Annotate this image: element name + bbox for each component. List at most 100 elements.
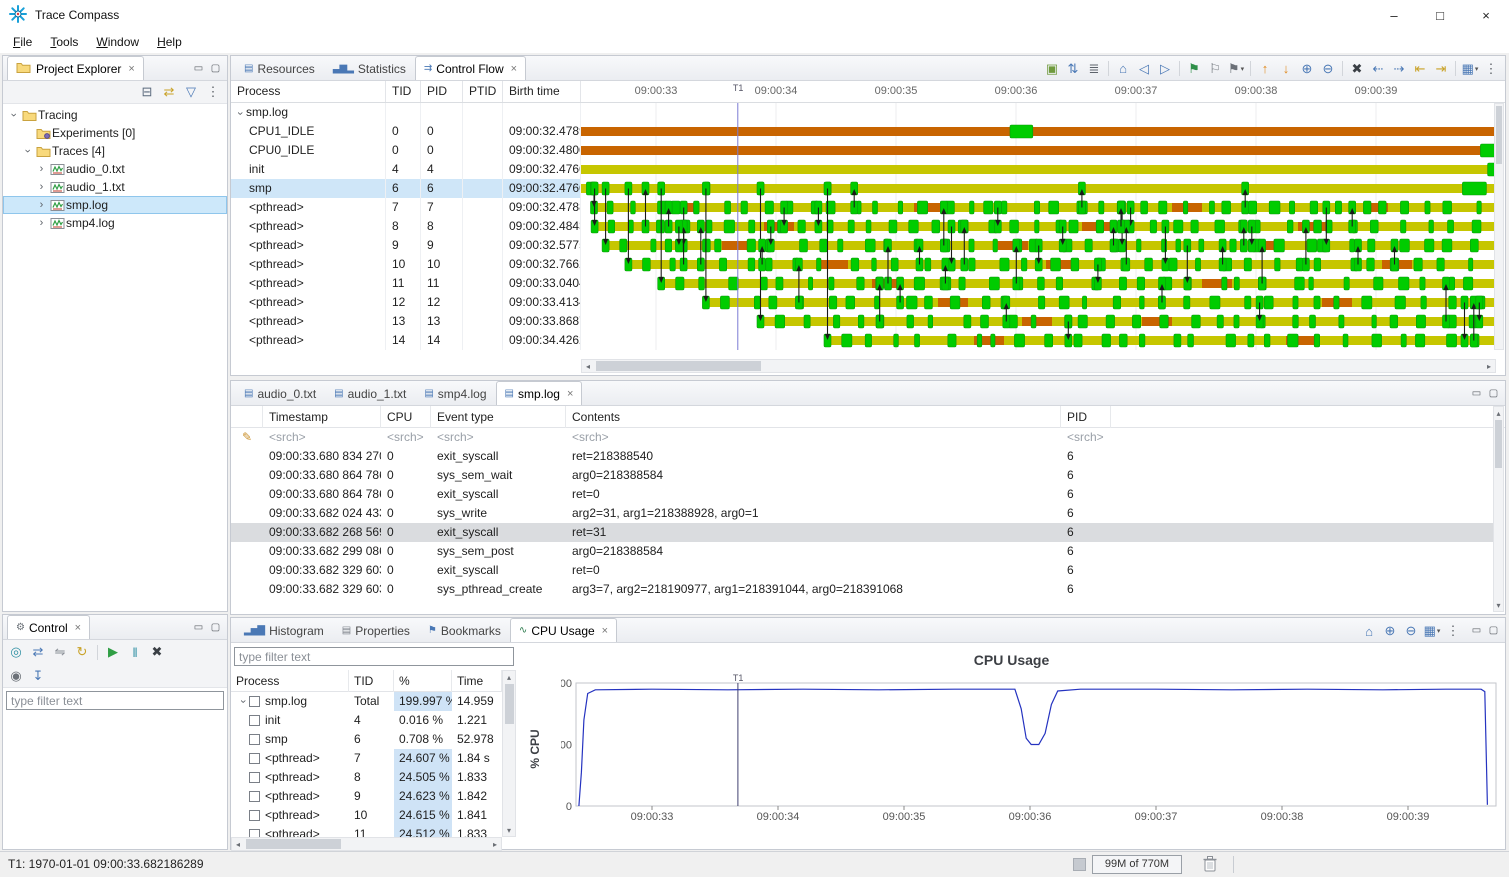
view-menu-icon[interactable]: ⋮ <box>1443 621 1463 642</box>
process-row-pthread-7[interactable]: <pthread>7709:00:32.4788 <box>231 198 581 217</box>
bottom-tab-histogram[interactable]: ▂▅▇Histogram <box>235 618 333 642</box>
column-header-tid[interactable]: TID <box>386 81 421 102</box>
disconnect-icon[interactable]: ⇋ <box>50 642 70 663</box>
scroll-right-icon[interactable]: ▸ <box>489 838 501 850</box>
tree-item-smp4-log[interactable]: ›smp4.log <box>3 214 227 232</box>
zoom-in-icon[interactable]: ⊕ <box>1297 58 1317 79</box>
zoom-in-icon[interactable]: ⊕ <box>1380 621 1400 642</box>
process-row-pthread-12[interactable]: <pthread>121209:00:33.4134 <box>231 293 581 312</box>
process-row-smp-6[interactable]: smp6609:00:32.4760 <box>231 179 581 198</box>
event-row[interactable]: 09:00:33.680 834 2700exit_syscallret=218… <box>231 447 1493 466</box>
filter-cell[interactable]: <srch> <box>566 428 1061 447</box>
expander-icon[interactable]: › <box>231 107 249 120</box>
tree-item-experiments-0[interactable]: Experiments [0] <box>3 124 227 142</box>
select-prev-state-icon[interactable]: ◁ <box>1134 58 1154 79</box>
link-with-editor-icon[interactable]: ⇄ <box>159 82 179 103</box>
connect-icon[interactable]: ⇄ <box>28 642 48 663</box>
column-header-event-type[interactable]: Event type <box>431 406 566 428</box>
event-row[interactable]: 09:00:33.682 268 5690exit_syscallret=316 <box>231 523 1493 542</box>
pause-trace-icon[interactable]: ‖ <box>125 642 145 663</box>
cf-tab-statistics[interactable]: ▃▆▂Statistics <box>324 56 415 80</box>
filter-cell[interactable]: <srch> <box>431 428 566 447</box>
event-row[interactable]: 09:00:33.682 024 4330sys_writearg2=31, a… <box>231 504 1493 523</box>
cpu-row-smp-6[interactable]: smp60.708 %52.978 <box>231 730 502 749</box>
column-header-pid[interactable]: PID <box>421 81 463 102</box>
bottom-tab-cpu-usage[interactable]: ∿CPU Usage× <box>510 618 617 642</box>
next-marker-icon[interactable]: ⚑▾ <box>1226 58 1246 79</box>
scroll-up-icon[interactable]: ▴ <box>503 671 515 683</box>
process-row-pthread-13[interactable]: <pthread>131309:00:33.8687 <box>231 312 581 331</box>
run-garbage-collector-button[interactable] <box>1202 855 1218 876</box>
tree-item-smp-log[interactable]: ›smp.log <box>3 196 227 214</box>
scroll-right-icon[interactable]: ▸ <box>1483 360 1495 372</box>
expander-icon[interactable]: › <box>233 695 252 708</box>
tree-item-tracing[interactable]: ›Tracing <box>3 106 227 124</box>
cpu-usage-filter-input[interactable] <box>234 647 514 666</box>
new-view-icon[interactable]: ▦▾ <box>1460 58 1480 79</box>
column-header-ptid[interactable]: PTID <box>463 81 503 102</box>
dropdown-arrow-icon[interactable]: ▾ <box>1241 65 1245 73</box>
save-image-icon[interactable]: ▣ <box>1042 58 1062 79</box>
close-view-icon[interactable]: × <box>75 622 81 634</box>
column-header-pid[interactable]: PID <box>1061 406 1111 428</box>
follow-cpu-forward-icon[interactable]: ⇢ <box>1389 58 1409 79</box>
hide-arrows-icon[interactable]: ✖ <box>1347 58 1367 79</box>
view-menu-icon[interactable]: ⋮ <box>203 82 223 103</box>
process-checkbox[interactable] <box>249 810 260 821</box>
maximize-view-icon[interactable]: ▢ <box>207 622 224 633</box>
start-trace-icon[interactable]: ▶ <box>103 642 123 663</box>
tree-item-audio-0-txt[interactable]: ›audio_0.txt <box>3 160 227 178</box>
events-vertical-scrollbar[interactable]: ▴ ▾ <box>1493 406 1504 612</box>
process-row-pthread-11[interactable]: <pthread>111109:00:33.0404 <box>231 274 581 293</box>
select-next-process-icon[interactable]: ↓ <box>1276 58 1296 79</box>
menu-tools[interactable]: Tools <box>41 33 87 51</box>
filter-cell[interactable]: <srch> <box>1061 428 1111 447</box>
refresh-icon[interactable]: ↻ <box>72 642 92 663</box>
event-row[interactable]: 09:00:33.682 329 6030exit_syscallret=06 <box>231 561 1493 580</box>
events-tab-smp4-log[interactable]: ▤smp4.log <box>415 381 495 405</box>
process-row-init-4[interactable]: init4409:00:32.4760 <box>231 160 581 179</box>
show-legend-icon[interactable]: ≣ <box>1084 58 1104 79</box>
maximize-view-icon[interactable]: ▢ <box>207 63 224 74</box>
scrollbar-thumb[interactable] <box>505 684 514 724</box>
reset-time-scale-icon[interactable]: ⌂ <box>1113 58 1133 79</box>
process-row-pthread-14[interactable]: <pthread>141409:00:34.4262 <box>231 331 581 350</box>
cpu-row-pthread-11[interactable]: <pthread>1124.512 %1.833 <box>231 825 502 837</box>
cf-tab-control-flow[interactable]: ⇉Control Flow× <box>415 56 526 80</box>
control-flow-timeline[interactable] <box>581 103 1496 350</box>
menu-help[interactable]: Help <box>148 33 191 51</box>
collapse-all-icon[interactable]: ⊟ <box>137 82 157 103</box>
scroll-left-icon[interactable]: ◂ <box>232 838 244 850</box>
control-tab[interactable]: ⚙ Control × <box>7 615 90 639</box>
process-checkbox[interactable] <box>249 829 260 837</box>
minimize-view-icon[interactable]: ▭ <box>1468 388 1485 399</box>
reset-scale-icon[interactable]: ⌂ <box>1359 621 1379 642</box>
events-tab-audio-0-txt[interactable]: ▤audio_0.txt <box>235 381 325 405</box>
highlight-pencil-icon[interactable]: ✎ <box>231 428 263 447</box>
control-filter-input[interactable] <box>6 691 224 710</box>
scrollbar-thumb[interactable] <box>246 839 341 849</box>
scrollbar-thumb[interactable] <box>1495 420 1502 468</box>
cpu-usage-chart[interactable]: 010020009:00:3309:00:3409:00:3509:00:360… <box>561 673 1501 833</box>
cf-tab-resources[interactable]: ▤Resources <box>235 56 324 80</box>
align-views-icon[interactable]: ⇅ <box>1063 58 1083 79</box>
scroll-down-icon[interactable]: ▾ <box>503 824 515 836</box>
column-header-birth-time[interactable]: Birth time <box>503 81 581 102</box>
event-row[interactable]: 09:00:33.682 299 0860sys_sem_postarg0=21… <box>231 542 1493 561</box>
cpu-row-pthread-10[interactable]: <pthread>1024.615 %1.841 <box>231 806 502 825</box>
scroll-up-icon[interactable]: ▴ <box>1493 407 1505 419</box>
maximize-view-icon[interactable]: ▢ <box>1485 625 1502 636</box>
prev-event-icon[interactable]: ⇤ <box>1410 58 1430 79</box>
close-view-icon[interactable]: × <box>128 63 134 75</box>
column-header-time[interactable]: Time <box>452 670 502 692</box>
process-checkbox[interactable] <box>249 791 260 802</box>
add-bookmark-icon[interactable]: ⚑ <box>1184 58 1204 79</box>
new-view-icon[interactable]: ▦▾ <box>1422 621 1442 642</box>
process-checkbox[interactable] <box>249 772 260 783</box>
view-menu-icon[interactable]: ⋮ <box>1481 58 1501 79</box>
window-close-button[interactable]: × <box>1463 0 1509 30</box>
event-row[interactable]: 09:00:33.680 864 7860exit_syscallret=06 <box>231 485 1493 504</box>
bottom-tab-bookmarks[interactable]: ⚑Bookmarks <box>419 618 510 642</box>
column-header-cpu[interactable]: CPU <box>381 406 431 428</box>
dropdown-arrow-icon[interactable]: ▾ <box>1437 627 1441 635</box>
